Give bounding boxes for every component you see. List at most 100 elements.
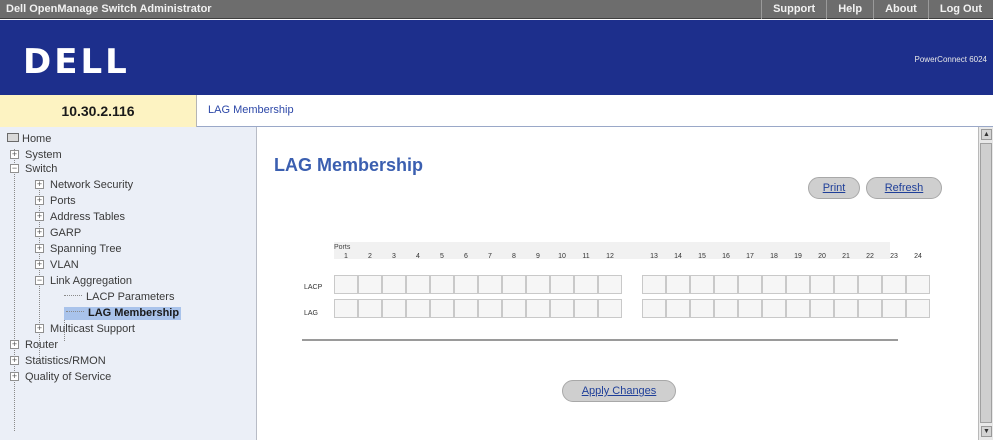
lag-cell-port-15[interactable] [690, 299, 714, 318]
lag-cell-port-8[interactable] [502, 299, 526, 318]
lag-cell-port-22[interactable] [858, 299, 882, 318]
lag-cell-port-10[interactable] [550, 299, 574, 318]
lag-cell-port-21[interactable] [834, 299, 858, 318]
help-link[interactable]: Help [826, 0, 873, 19]
port-number-3: 3 [392, 253, 396, 260]
expand-icon[interactable]: + [35, 196, 44, 205]
lacp-cell-port-16[interactable] [714, 275, 738, 294]
lag-cell-port-4[interactable] [406, 299, 430, 318]
lag-cell-port-1[interactable] [334, 299, 358, 318]
lag-cell-port-5[interactable] [430, 299, 454, 318]
lacp-cell-port-17[interactable] [738, 275, 762, 294]
lag-cell-port-20[interactable] [810, 299, 834, 318]
lag-cell-port-3[interactable] [382, 299, 406, 318]
lacp-cell-port-15[interactable] [690, 275, 714, 294]
home-icon [7, 133, 19, 142]
nav-item-statistics-rmon[interactable]: + Statistics/RMON [10, 355, 106, 368]
expand-icon[interactable]: + [35, 180, 44, 189]
lag-cell-port-13[interactable] [642, 299, 666, 318]
lacp-cell-port-21[interactable] [834, 275, 858, 294]
scroll-thumb[interactable] [980, 143, 992, 423]
lacp-cell-port-5[interactable] [430, 275, 454, 294]
nav-item-link-aggregation[interactable]: − Link Aggregation [35, 275, 132, 288]
nav-item-multicast-support[interactable]: + Multicast Support [35, 323, 135, 336]
apply-changes-button[interactable]: Apply Changes [562, 380, 676, 402]
collapse-icon[interactable]: − [35, 276, 44, 285]
lacp-cell-port-4[interactable] [406, 275, 430, 294]
lacp-cell-port-8[interactable] [502, 275, 526, 294]
page-title: LAG Membership [274, 155, 424, 175]
nav-item-vlan[interactable]: + VLAN [35, 259, 79, 272]
device-ip: 10.30.2.116 [61, 103, 135, 119]
nav-item-address-tables[interactable]: + Address Tables [35, 211, 125, 224]
lag-cell-port-9[interactable] [526, 299, 550, 318]
lacp-cell-port-18[interactable] [762, 275, 786, 294]
expand-icon[interactable]: + [10, 356, 19, 365]
expand-icon[interactable]: + [35, 228, 44, 237]
nav-home[interactable]: Home [7, 133, 51, 146]
lag-cell-port-6[interactable] [454, 299, 478, 318]
nav-item-garp[interactable]: + GARP [35, 227, 81, 240]
nav-item-spanning-tree[interactable]: + Spanning Tree [35, 243, 122, 256]
nav-item-lacp-parameters[interactable]: LACP Parameters [64, 291, 174, 304]
expand-icon[interactable]: + [35, 244, 44, 253]
lag-cell-port-16[interactable] [714, 299, 738, 318]
lacp-cell-port-9[interactable] [526, 275, 550, 294]
lacp-cell-port-13[interactable] [642, 275, 666, 294]
scroll-down-icon[interactable]: ▼ [981, 426, 992, 437]
device-ip-box: 10.30.2.116 [0, 95, 197, 127]
lacp-cell-port-11[interactable] [574, 275, 598, 294]
lacp-cell-port-19[interactable] [786, 275, 810, 294]
lag-cell-port-14[interactable] [666, 299, 690, 318]
lacp-cell-port-22[interactable] [858, 275, 882, 294]
nav-item-label: Router [25, 339, 59, 351]
support-link[interactable]: Support [761, 0, 826, 19]
expand-icon[interactable]: + [10, 372, 19, 381]
lacp-row-label: LACP [304, 284, 323, 291]
expand-icon[interactable]: + [10, 150, 19, 159]
lacp-cell-port-2[interactable] [358, 275, 382, 294]
lag-cell-port-7[interactable] [478, 299, 502, 318]
nav-item-ports[interactable]: + Ports [35, 195, 76, 208]
nav-item-label: LACP Parameters [86, 291, 175, 303]
nav-item-quality-of-service[interactable]: + Quality of Service [10, 371, 111, 384]
lacp-cell-port-14[interactable] [666, 275, 690, 294]
expand-icon[interactable]: + [35, 324, 44, 333]
vertical-scrollbar[interactable]: ▲ ▼ [978, 127, 993, 440]
about-link[interactable]: About [873, 0, 928, 19]
lag-cell-port-18[interactable] [762, 299, 786, 318]
scroll-up-icon[interactable]: ▲ [981, 129, 992, 140]
logout-link[interactable]: Log Out [927, 0, 993, 19]
expand-icon[interactable]: + [10, 340, 19, 349]
lacp-cell-port-7[interactable] [478, 275, 502, 294]
print-button[interactable]: Print [808, 177, 860, 199]
lacp-cell-port-12[interactable] [598, 275, 622, 294]
nav-item-network-security[interactable]: + Network Security [35, 179, 133, 192]
nav-item-switch[interactable]: − Switch [10, 163, 57, 176]
lacp-cell-port-6[interactable] [454, 275, 478, 294]
lag-cell-port-19[interactable] [786, 299, 810, 318]
nav-item-label: Switch [25, 163, 58, 175]
lacp-cell-port-23[interactable] [882, 275, 906, 294]
lag-cell-port-17[interactable] [738, 299, 762, 318]
lacp-cell-port-20[interactable] [810, 275, 834, 294]
expand-icon[interactable]: + [35, 212, 44, 221]
expand-icon[interactable]: + [35, 260, 44, 269]
lacp-cell-port-1[interactable] [334, 275, 358, 294]
port-number-23: 23 [890, 253, 898, 260]
refresh-button[interactable]: Refresh [866, 177, 942, 199]
lacp-cell-port-10[interactable] [550, 275, 574, 294]
lag-cell-port-11[interactable] [574, 299, 598, 318]
port-number-18: 18 [770, 253, 778, 260]
lag-cell-port-2[interactable] [358, 299, 382, 318]
collapse-icon[interactable]: − [10, 164, 19, 173]
lag-cell-port-23[interactable] [882, 299, 906, 318]
lag-cell-port-24[interactable] [906, 299, 930, 318]
nav-item-lag-membership[interactable]: LAG Membership [64, 307, 182, 320]
lacp-cell-port-24[interactable] [906, 275, 930, 294]
lag-cell-port-12[interactable] [598, 299, 622, 318]
nav-item-router[interactable]: + Router [10, 339, 58, 352]
nav-item-system[interactable]: + System [10, 149, 62, 162]
product-name: PowerConnect 6024 [914, 55, 988, 64]
lacp-cell-port-3[interactable] [382, 275, 406, 294]
